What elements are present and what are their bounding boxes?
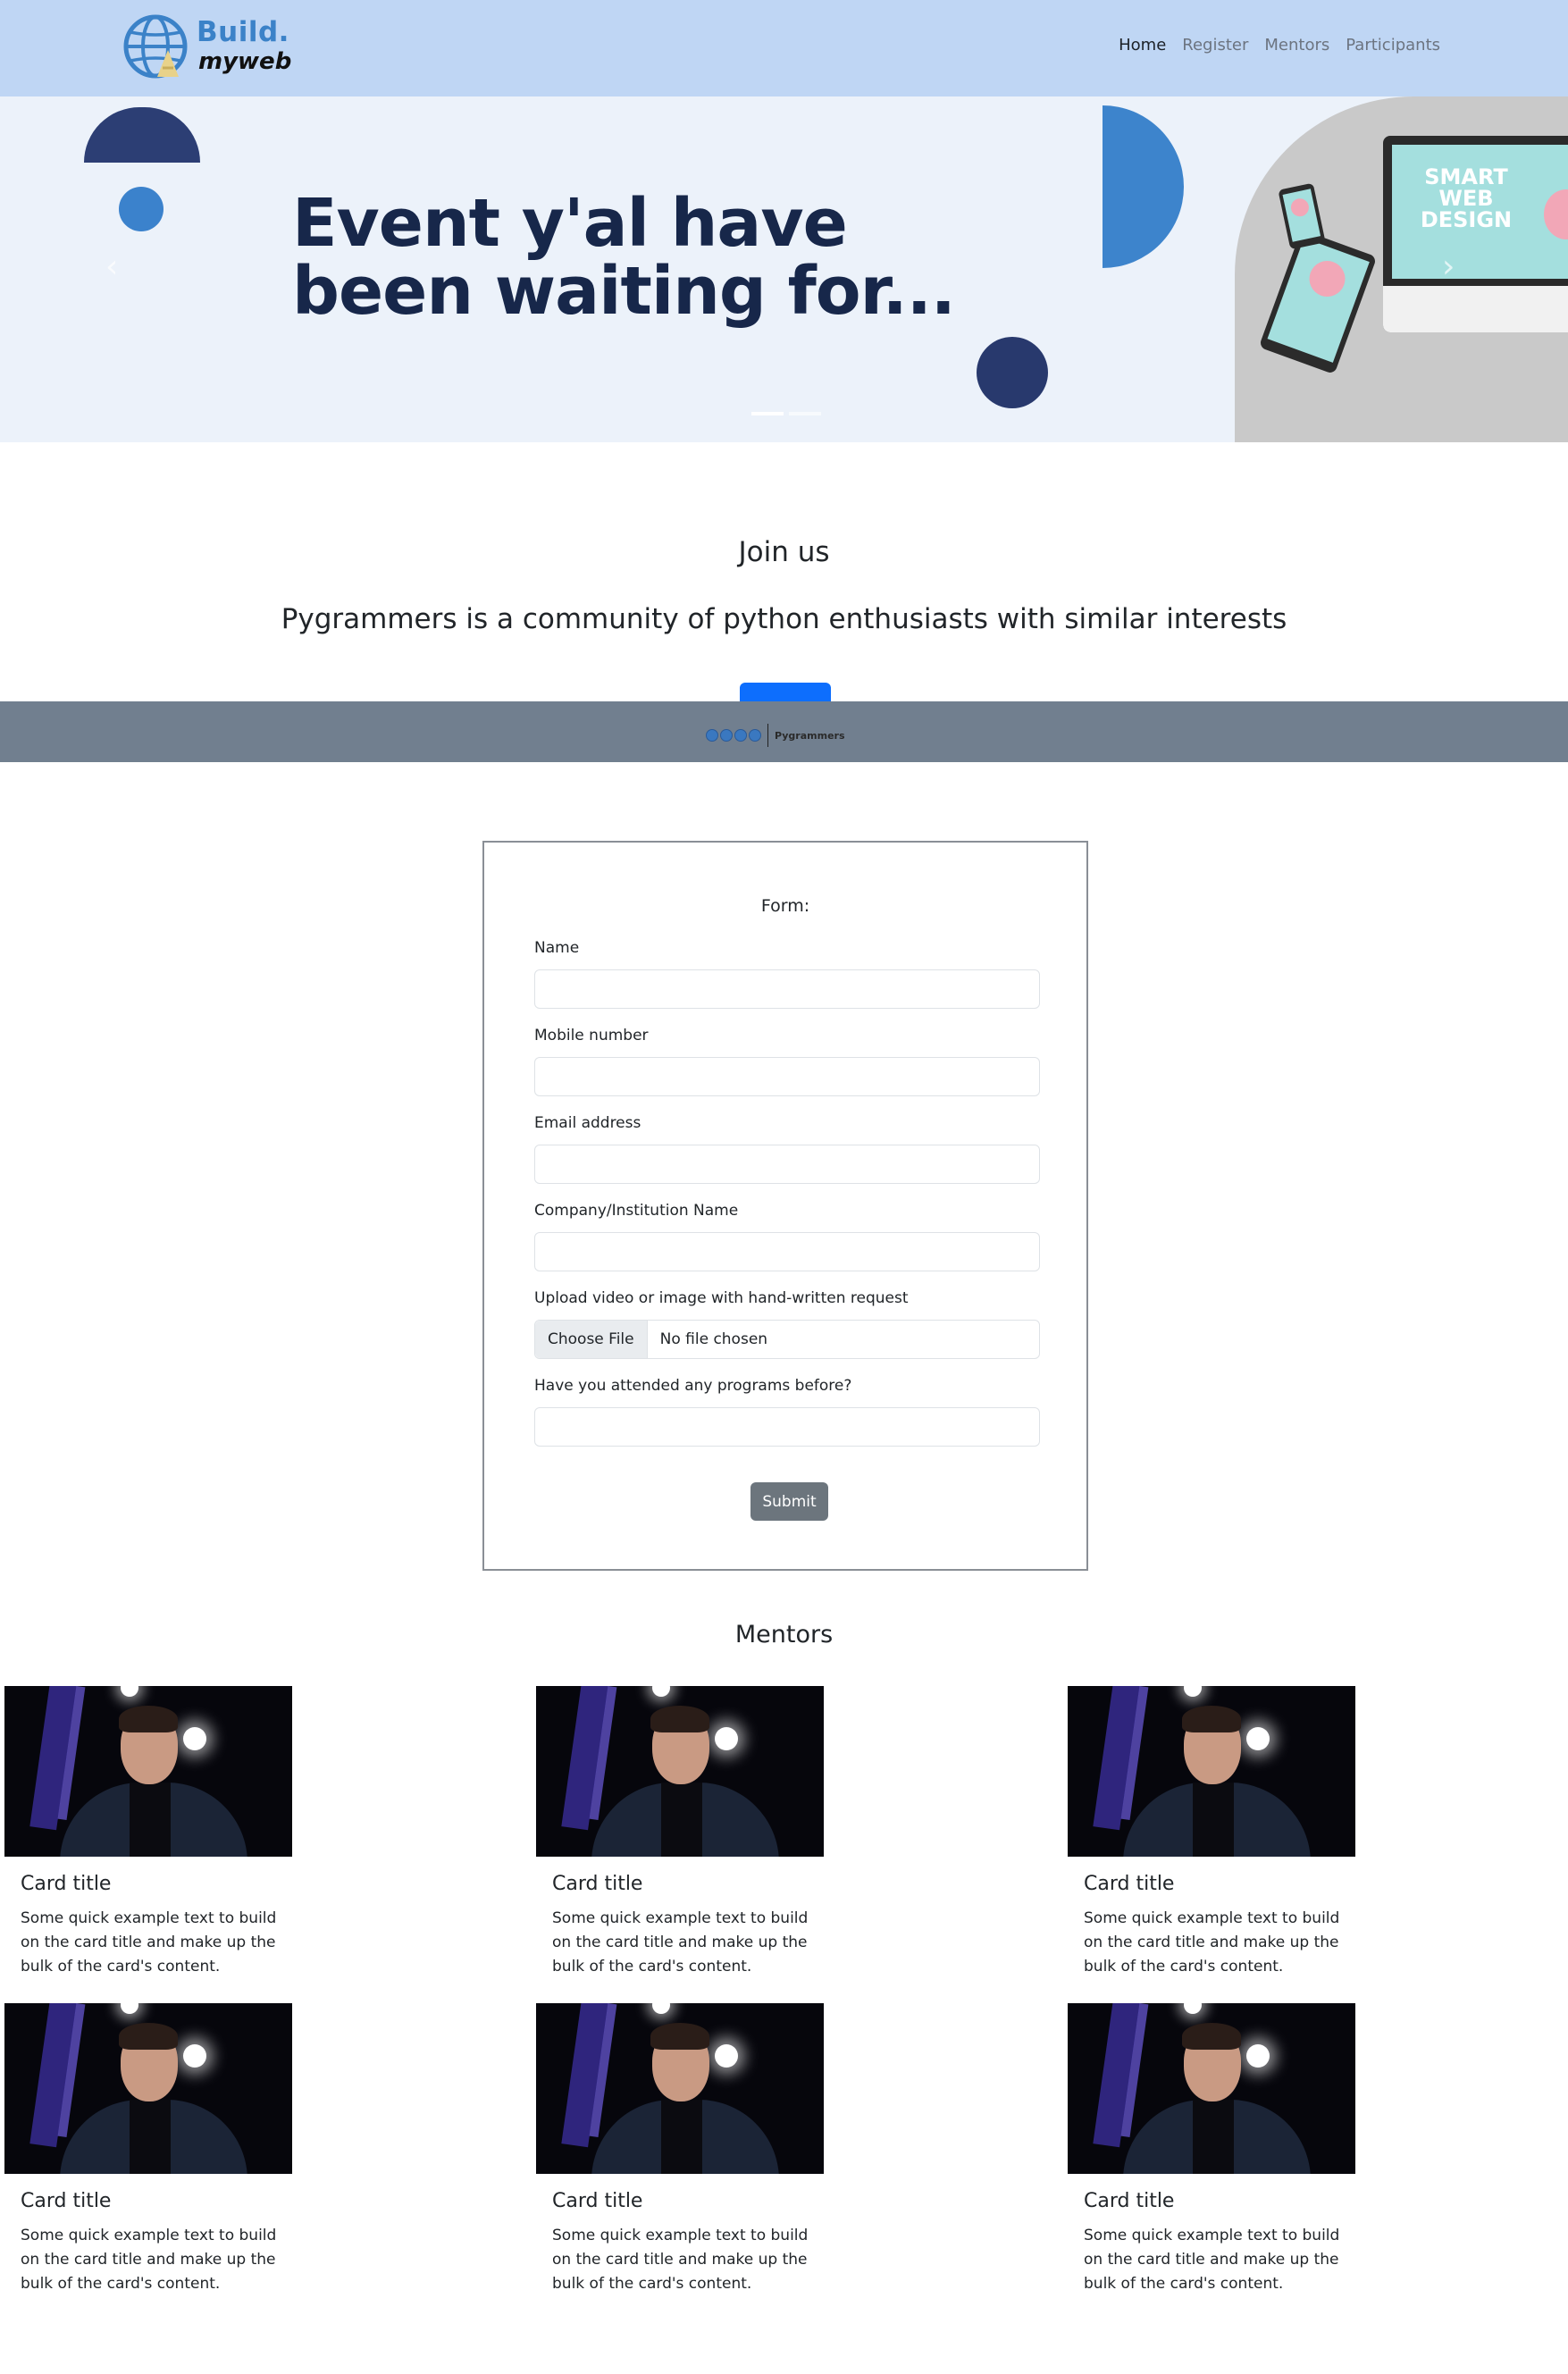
mentor-photo xyxy=(1068,2003,1355,2174)
nav-mentors[interactable]: Mentors xyxy=(1264,36,1329,55)
brand-name-bottom: myweb xyxy=(198,48,292,75)
card-text: Some quick example text to build on the … xyxy=(1084,2227,1340,2293)
mentors-heading: Mentors xyxy=(734,1621,834,1648)
join-description: Pygrammers is a community of python enth… xyxy=(281,603,1287,635)
join-heading: Join us xyxy=(738,536,830,568)
mentor-card[interactable]: Card title Some quick example text to bu… xyxy=(4,1686,292,1976)
company-input[interactable] xyxy=(534,1232,1040,1271)
name-input[interactable] xyxy=(534,969,1040,1009)
choose-file-button[interactable]: Choose File xyxy=(535,1321,648,1358)
community-logo-icon xyxy=(749,729,761,742)
hero-monitor-image: SMART WEB DESIGN xyxy=(1383,136,1568,332)
attended-label: Have you attended any programs before? xyxy=(534,1377,852,1395)
mobile-label: Mobile number xyxy=(534,1027,649,1044)
mentor-photo xyxy=(536,1686,824,1857)
registration-form: Form: Name Mobile number Email address C… xyxy=(482,841,1088,1571)
nav-register[interactable]: Register xyxy=(1182,36,1248,55)
attended-input[interactable] xyxy=(534,1407,1040,1447)
mentor-photo xyxy=(1068,1686,1355,1857)
mentor-photo xyxy=(536,2003,824,2174)
nav-home[interactable]: Home xyxy=(1119,36,1166,55)
decor-half-circle-top xyxy=(84,107,200,163)
decor-dot-blue xyxy=(119,187,164,231)
navbar: Build. myweb Home Register Mentors Parti… xyxy=(0,0,1568,96)
card-title: Card title xyxy=(1084,2190,1175,2212)
mentor-photo xyxy=(4,1686,292,1857)
hero-carousel: SMART WEB DESIGN Event y'al have been wa… xyxy=(0,96,1568,442)
community-logo-icon xyxy=(706,729,718,742)
mobile-input[interactable] xyxy=(534,1057,1040,1096)
brain-decor xyxy=(1304,256,1351,302)
community-name: Pygrammers xyxy=(775,729,845,742)
form-title: Form: xyxy=(760,896,810,916)
card-text: Some quick example text to build on the … xyxy=(21,1909,277,1976)
email-label: Email address xyxy=(534,1114,641,1132)
mentor-card[interactable]: Card title Some quick example text to bu… xyxy=(1068,2003,1355,2293)
hero-title: Event y'al have been waiting for... xyxy=(292,185,956,330)
upload-label: Upload video or image with hand-written … xyxy=(534,1289,909,1307)
nav-menu: Home Register Mentors Participants xyxy=(1119,36,1440,55)
company-label: Company/Institution Name xyxy=(534,1202,739,1220)
carousel-indicator-2[interactable] xyxy=(789,412,821,415)
nav-participants[interactable]: Participants xyxy=(1346,36,1440,55)
carousel-indicator-1[interactable] xyxy=(751,412,784,415)
mentor-card[interactable]: Card title Some quick example text to bu… xyxy=(536,1686,824,1976)
card-title: Card title xyxy=(21,1873,112,1895)
decor-dot-navy xyxy=(977,337,1048,408)
community-logo-icon xyxy=(720,729,733,742)
mentor-card[interactable]: Card title Some quick example text to bu… xyxy=(4,2003,292,2293)
card-title: Card title xyxy=(1084,1873,1175,1895)
brand-name-top: Build. xyxy=(197,16,289,48)
file-upload-input[interactable]: Choose File No file chosen xyxy=(534,1320,1040,1359)
community-logo: Pygrammers xyxy=(706,724,845,747)
card-title: Card title xyxy=(552,1873,643,1895)
card-text: Some quick example text to build on the … xyxy=(1084,1909,1340,1976)
card-text: Some quick example text to build on the … xyxy=(552,1909,809,1976)
email-input[interactable] xyxy=(534,1145,1040,1184)
name-label: Name xyxy=(534,939,580,957)
hero-title-line1: Event y'al have xyxy=(292,185,848,262)
monitor-screen-text: SMART WEB DESIGN xyxy=(1420,164,1513,232)
community-logo-icon xyxy=(734,729,747,742)
card-text: Some quick example text to build on the … xyxy=(21,2227,277,2293)
file-status: No file chosen xyxy=(659,1330,768,1348)
community-bar: Pygrammers xyxy=(0,701,1568,762)
carousel-prev-icon[interactable]: ‹ xyxy=(105,248,118,285)
submit-button[interactable]: Submit xyxy=(750,1482,828,1521)
brain-decor xyxy=(1289,197,1311,219)
card-title: Card title xyxy=(552,2190,643,2212)
mentor-card[interactable]: Card title Some quick example text to bu… xyxy=(1068,1686,1355,1976)
carousel-next-icon[interactable]: › xyxy=(1442,248,1455,285)
brain-decor xyxy=(1544,189,1568,239)
decor-half-circle-right xyxy=(1103,105,1184,268)
card-title: Card title xyxy=(21,2190,112,2212)
globe-icon xyxy=(123,14,188,79)
brand-logo[interactable]: Build. myweb xyxy=(122,13,300,84)
carousel-indicators xyxy=(751,412,821,415)
mentor-photo xyxy=(4,2003,292,2174)
card-text: Some quick example text to build on the … xyxy=(552,2227,809,2293)
hero-title-line2: been waiting for... xyxy=(292,253,956,330)
mentor-card[interactable]: Card title Some quick example text to bu… xyxy=(536,2003,824,2293)
